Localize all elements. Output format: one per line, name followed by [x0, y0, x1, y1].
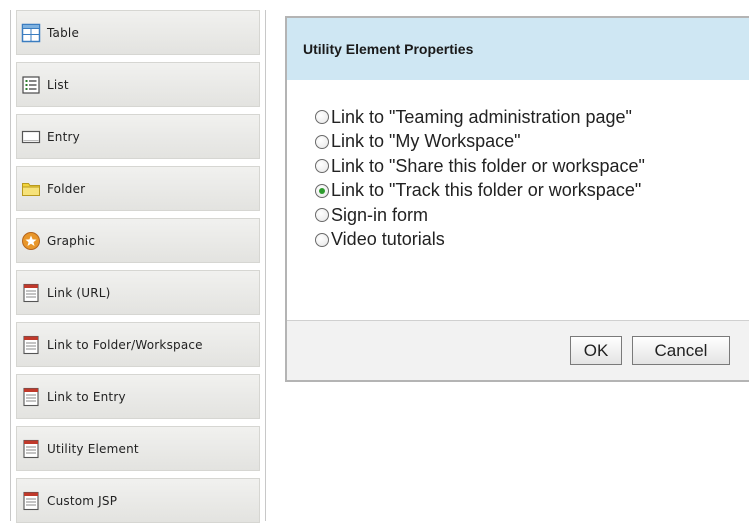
ok-button[interactable]: OK	[570, 336, 622, 365]
option-sign-in-form[interactable]: Sign-in form	[315, 203, 645, 228]
option-label: Video tutorials	[331, 229, 445, 250]
palette-item-label: Graphic	[47, 233, 96, 248]
palette-item-graphic[interactable]: Graphic	[16, 218, 260, 263]
link-entry-icon	[23, 387, 39, 406]
dialog-header: Utility Element Properties	[287, 18, 749, 80]
utility-options-radio-group: Link to "Teaming administration page" Li…	[315, 105, 645, 252]
option-label: Link to "My Workspace"	[331, 131, 521, 152]
palette-item-entry[interactable]: Entry	[16, 114, 260, 159]
option-track-folder-workspace[interactable]: Link to "Track this folder or workspace"	[315, 179, 645, 204]
palette-item-table[interactable]: Table	[16, 10, 260, 55]
option-label: Link to "Track this folder or workspace"	[331, 180, 642, 201]
option-share-folder-workspace[interactable]: Link to "Share this folder or workspace"	[315, 154, 645, 179]
option-label: Sign-in form	[331, 204, 429, 225]
dialog-footer: OK Cancel	[287, 320, 749, 380]
palette-item-label: List	[47, 77, 69, 92]
dialog-title: Utility Element Properties	[303, 41, 474, 57]
palette-item-utility-element[interactable]: Utility Element	[16, 426, 260, 471]
palette-item-folder[interactable]: Folder	[16, 166, 260, 211]
palette-item-label: Link (URL)	[47, 285, 111, 300]
palette-item-label: Table	[47, 25, 80, 40]
folder-icon	[22, 182, 40, 196]
option-my-workspace[interactable]: Link to "My Workspace"	[315, 130, 645, 155]
list-icon	[22, 75, 40, 94]
palette-item-link-url[interactable]: Link (URL)	[16, 270, 260, 315]
palette-item-custom-jsp[interactable]: Custom JSP	[16, 478, 260, 523]
radio-button[interactable]	[315, 134, 329, 149]
element-palette: Table List Entry Folder Graphic Link (UR…	[10, 10, 266, 523]
palette-item-link-entry[interactable]: Link to Entry	[16, 374, 260, 419]
cancel-button[interactable]: Cancel	[632, 336, 730, 365]
entry-icon	[21, 130, 41, 143]
link-folder-icon	[23, 335, 39, 354]
link-url-icon	[23, 283, 39, 302]
palette-item-label: Custom JSP	[47, 493, 118, 508]
radio-button[interactable]	[315, 232, 329, 247]
option-label: Link to "Share this folder or workspace"	[331, 155, 645, 176]
palette-item-label: Utility Element	[47, 441, 139, 456]
graphic-icon	[22, 231, 40, 250]
custom-jsp-icon	[23, 491, 39, 510]
palette-item-label: Link to Entry	[47, 389, 126, 404]
palette-item-label: Folder	[47, 181, 86, 196]
radio-button[interactable]	[315, 110, 329, 125]
palette-item-label: Entry	[47, 129, 80, 144]
radio-button[interactable]	[315, 208, 329, 223]
radio-button-selected[interactable]	[315, 183, 329, 198]
utility-element-icon	[23, 439, 39, 458]
utility-element-properties-dialog: Utility Element Properties Link to "Team…	[285, 16, 749, 382]
palette-item-label: Link to Folder/Workspace	[47, 337, 203, 352]
table-icon	[21, 23, 41, 42]
palette-item-link-folder-workspace[interactable]: Link to Folder/Workspace	[16, 322, 260, 367]
option-teaming-admin-page[interactable]: Link to "Teaming administration page"	[315, 105, 645, 130]
option-video-tutorials[interactable]: Video tutorials	[315, 228, 645, 253]
radio-button[interactable]	[315, 159, 329, 174]
option-label: Link to "Teaming administration page"	[331, 106, 632, 127]
palette-item-list[interactable]: List	[16, 62, 260, 107]
